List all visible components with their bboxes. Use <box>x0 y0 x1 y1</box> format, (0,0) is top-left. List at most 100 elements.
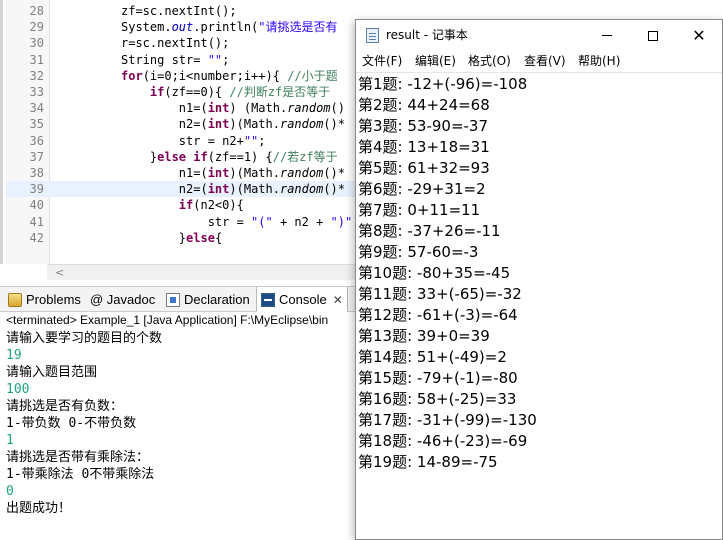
console-input-line: 100 <box>6 382 30 397</box>
code-token: int <box>207 166 230 180</box>
result-line: 第3题: 53-90=-37 <box>358 117 489 135</box>
result-line: 第2题: 44+24=68 <box>358 96 490 114</box>
menu-help[interactable]: 帮助(H) <box>578 51 620 71</box>
result-line: 第18题: -46+(-23)=-69 <box>358 432 528 450</box>
code-token: ()* <box>323 117 346 132</box>
line-number: 42 <box>29 230 44 245</box>
line-number: 28 <box>29 4 44 18</box>
tab-problems[interactable]: Problems <box>4 287 85 312</box>
code-token: System. <box>121 20 172 35</box>
code-token: ")" <box>330 214 353 229</box>
close-icon[interactable]: ✕ <box>333 293 343 307</box>
code-token: else <box>186 230 215 245</box>
console-output-line: 出题成功！ <box>6 501 72 516</box>
line-number: 37 <box>29 149 44 164</box>
code-token: //小于题 <box>287 68 338 83</box>
line-number: 36 <box>29 133 44 148</box>
code-token: random <box>279 117 324 132</box>
code-text: if(zf==0){ //判断zf是否等于 <box>121 84 330 100</box>
menu-view[interactable]: 查看(V) <box>524 51 566 71</box>
maximize-button[interactable] <box>630 20 676 51</box>
tab-label: Declaration <box>184 292 250 307</box>
code-text: String str= ""; <box>121 52 229 68</box>
tab-declaration[interactable]: Declaration <box>162 287 254 312</box>
code-token: + n2 + <box>272 214 331 229</box>
console-output-line: 1-带负数 0-不带负数 <box>6 416 137 431</box>
result-line: 第13题: 39+0=39 <box>358 327 490 345</box>
menu-edit[interactable]: 编辑(E) <box>415 51 456 71</box>
close-button[interactable]: ✕ <box>676 20 722 51</box>
console-output-line: 请挑选是否带有乘除法： <box>6 450 150 465</box>
code-token: ) (Math. <box>229 101 288 116</box>
code-token: //判断zf是否等于 <box>229 85 331 99</box>
code-token: (n2<0){ <box>193 198 244 213</box>
console-output-line: 请输入题目范围 <box>6 365 98 380</box>
result-line: 第5题: 61+32=93 <box>358 159 490 177</box>
tab-label: @ Javadoc <box>90 292 156 307</box>
problems-icon <box>8 292 22 307</box>
line-number: 35 <box>29 117 44 132</box>
console-output-line: 请输入要学习的题目的个数 <box>6 331 163 346</box>
menu-file[interactable]: 文件(F) <box>362 51 402 71</box>
code-text: }else if(zf==1) {//若zf等于 <box>121 149 338 165</box>
code-line: 28 zf=sc.nextInt(); <box>6 3 723 19</box>
code-token: //若zf等于 <box>272 149 338 164</box>
console-output-line: 请挑选是否有负数： <box>6 399 124 414</box>
code-token: (zf==0){ <box>164 85 230 99</box>
console-input-line: 1 <box>6 433 14 448</box>
declaration-icon <box>166 292 180 307</box>
close-icon: ✕ <box>692 25 706 45</box>
line-number: 40 <box>29 198 44 213</box>
code-text: System.out.println("请挑选是否有 <box>121 19 338 35</box>
line-number: 39 <box>29 182 44 197</box>
code-token: )(Math. <box>229 182 280 197</box>
code-token: random <box>287 101 331 116</box>
notepad-window[interactable]: result - 记事本 ✕ 文件(F) 编辑(E) 格式(O) 查看(V) 帮… <box>355 19 723 540</box>
maximize-icon <box>648 30 658 41</box>
code-token: "" <box>207 52 223 67</box>
text-area[interactable]: 第1题: -12+(-96)=-108 第2题: 44+24=68 第3题: 53-… <box>356 72 722 539</box>
code-token: int <box>207 182 230 197</box>
line-number: 30 <box>29 36 44 51</box>
result-line: 第17题: -31+(-99)=-130 <box>358 411 537 429</box>
code-text: n1=(int)(Math.random()* <box>121 165 345 181</box>
line-number: 32 <box>29 68 44 83</box>
result-line: 第7题: 0+11=11 <box>358 201 481 219</box>
line-number: 29 <box>29 20 44 35</box>
code-text: zf=sc.nextInt(); <box>121 3 237 19</box>
code-token: int <box>207 117 230 132</box>
result-line: 第16题: 58+(-25)=33 <box>358 390 517 408</box>
menu-format[interactable]: 格式(O) <box>468 51 511 71</box>
result-line: 第11题: 33+(-65)=-32 <box>358 285 522 303</box>
code-token: random <box>279 182 324 197</box>
console-input-line: 0 <box>6 484 14 499</box>
code-token: random <box>279 166 324 180</box>
code-token: n1=( <box>121 101 208 116</box>
code-token: "" <box>243 133 259 148</box>
code-token: )(Math. <box>229 166 280 180</box>
code-token: () <box>330 101 345 116</box>
code-token: int <box>207 101 230 116</box>
code-text: str = n2+""; <box>121 133 266 149</box>
code-text: n1=(int) (Math.random() <box>121 100 345 116</box>
result-line: 第4题: 13+18=31 <box>358 138 490 156</box>
code-token: { <box>214 230 223 245</box>
result-line: 第8题: -37+26=-11 <box>358 222 501 240</box>
result-line: 第1题: -12+(-96)=-108 <box>358 75 528 93</box>
line-number: 33 <box>29 85 44 99</box>
code-token: ()* <box>323 166 346 180</box>
code-text: str = "(" + n2 + ")" <box>121 214 353 230</box>
tab-javadoc[interactable]: @ Javadoc <box>86 287 159 312</box>
code-token: } <box>121 230 187 245</box>
scroll-left-icon[interactable]: < <box>55 265 64 281</box>
title-bar[interactable]: result - 记事本 ✕ <box>356 20 722 51</box>
tab-console[interactable]: Console ✕ <box>256 287 348 312</box>
code-token: zf=sc.nextInt(); <box>121 4 237 18</box>
code-token: if <box>149 85 165 99</box>
code-token: "(" <box>251 214 273 229</box>
minimize-button[interactable] <box>584 20 630 51</box>
code-token: n2=( <box>121 182 208 197</box>
line-number: 34 <box>29 101 44 116</box>
notepad-icon <box>366 28 379 43</box>
